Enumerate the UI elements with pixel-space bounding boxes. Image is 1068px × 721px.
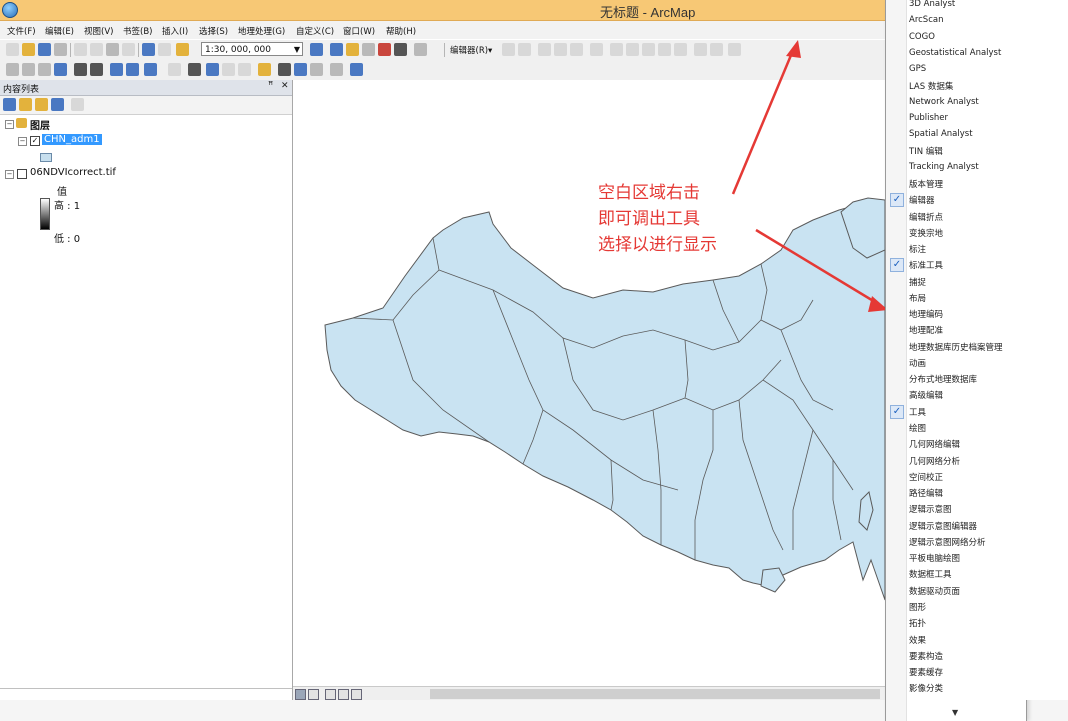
menu-entry[interactable]: 要素构造: [886, 648, 1026, 664]
menu-entry-label: Geostatistical Analyst: [909, 47, 1002, 58]
menu-entry-label: Publisher: [909, 112, 949, 123]
menu-entry[interactable]: ✓ 工具: [886, 404, 1026, 420]
toolbars-context-menu: 3D Analyst ArcScan COGO Geostatistical Anal…: [885, 0, 1027, 721]
checkmark-icon: ✓: [890, 258, 904, 273]
menu-entry[interactable]: ArcScan: [886, 13, 1026, 29]
menu-entry[interactable]: 效果: [886, 632, 1026, 648]
menu-entry-label: 逻辑示意图: [909, 505, 952, 516]
menu-entry-label: 工具: [909, 407, 927, 418]
menu-entry[interactable]: 逻辑示意图: [886, 501, 1026, 517]
menu-entry-label: 逻辑示意图网络分析: [909, 537, 986, 548]
arrow-right-line: [755, 228, 881, 307]
arrow-up-line: [731, 47, 796, 195]
menu-entry-label: 地理数据库历史档案管理: [909, 342, 1003, 353]
menu-entry[interactable]: 地理数据库历史档案管理: [886, 339, 1026, 355]
more-items-arrow-icon[interactable]: ▼: [952, 708, 958, 717]
menu-entry-label: 几何网络编辑: [909, 440, 961, 451]
menu-entry-label: 几何网络分析: [909, 456, 961, 467]
menu-entry[interactable]: 动画: [886, 355, 1026, 371]
menu-entry-label: 影像分类: [909, 684, 944, 695]
menu-entry[interactable]: Tracking Analyst: [886, 160, 1026, 176]
menu-entry[interactable]: 路径编辑: [886, 485, 1026, 501]
menu-entry-label: Spatial Analyst: [909, 129, 973, 140]
menu-entry[interactable]: Spatial Analyst: [886, 127, 1026, 143]
menu-entry-label: 布局: [909, 293, 927, 304]
menu-entry-label: 高级编辑: [909, 391, 944, 402]
menu-entry[interactable]: 几何网络编辑: [886, 436, 1026, 452]
menu-entry[interactable]: Geostatistical Analyst: [886, 46, 1026, 62]
menu-entry[interactable]: 版本管理: [886, 176, 1026, 192]
menu-entry[interactable]: 逻辑示意图编辑器: [886, 518, 1026, 534]
menu-entry[interactable]: 数据框工具: [886, 566, 1026, 582]
menu-entry-label: 动画: [909, 358, 927, 369]
menu-entry-label: 地理编码: [909, 310, 944, 321]
menu-entry-label: GPS: [909, 64, 927, 75]
menu-entry[interactable]: LAS 数据集: [886, 78, 1026, 94]
menu-entry-label: 平板电脑绘图: [909, 554, 961, 565]
menu-entry[interactable]: ✓ 编辑器: [886, 192, 1026, 208]
menu-entry[interactable]: Network Analyst: [886, 95, 1026, 111]
menu-entry-label: 分布式地理数据库: [909, 375, 978, 386]
menu-entry-label: TIN 编辑: [909, 147, 943, 158]
menu-entry-label: 图形: [909, 602, 927, 613]
menu-entry[interactable]: 要素缓存: [886, 664, 1026, 680]
menu-entry-label: 标注: [909, 245, 927, 256]
menu-entry-label: LAS 数据集: [909, 82, 954, 93]
menu-entry[interactable]: 分布式地理数据库: [886, 371, 1026, 387]
menu-entry[interactable]: 拓扑: [886, 615, 1026, 631]
menu-entry-label: Tracking Analyst: [909, 161, 979, 172]
menu-entry[interactable]: 标注: [886, 241, 1026, 257]
menu-entry[interactable]: 3D Analyst: [886, 0, 1026, 13]
menu-entry-label: 拓扑: [909, 619, 927, 630]
menu-entry[interactable]: ✓ 标准工具: [886, 257, 1026, 273]
menu-entry[interactable]: 空间校正: [886, 469, 1026, 485]
menu-entry-label: 数据框工具: [909, 570, 952, 581]
menu-entry[interactable]: 编辑折点: [886, 209, 1026, 225]
menu-entry-label: 空间校正: [909, 472, 944, 483]
menu-entry[interactable]: TIN 编辑: [886, 143, 1026, 159]
menu-entry[interactable]: 布局: [886, 290, 1026, 306]
menu-entry[interactable]: 逻辑示意图网络分析: [886, 534, 1026, 550]
menu-entry[interactable]: 地理编码: [886, 306, 1026, 322]
menu-entry[interactable]: 变换宗地: [886, 225, 1026, 241]
menu-entry-label: 地理配准: [909, 326, 944, 337]
menu-entry-label: 变换宗地: [909, 228, 944, 239]
menu-entry[interactable]: 图形: [886, 599, 1026, 615]
menu-entry-label: ArcScan: [909, 15, 944, 26]
menu-entry-label: 逻辑示意图编辑器: [909, 521, 978, 532]
checkmark-icon: ✓: [890, 193, 904, 208]
menu-entry-label: 绘图: [909, 424, 927, 435]
menu-entry-label: 版本管理: [909, 179, 944, 190]
menu-entry-label: 要素缓存: [909, 668, 944, 679]
menu-entry[interactable]: GPS: [886, 62, 1026, 78]
menu-entry-label: 效果: [909, 635, 927, 646]
menu-entry-label: 捕捉: [909, 277, 927, 288]
menu-entry[interactable]: 影像分类: [886, 680, 1026, 696]
menu-entry[interactable]: 地理配准: [886, 322, 1026, 338]
menu-entry-label: COGO: [909, 31, 935, 42]
menu-entry-label: Network Analyst: [909, 96, 979, 107]
arrow-up-head: [786, 40, 801, 58]
menu-entry-label: 3D Analyst: [909, 0, 956, 9]
menu-entry[interactable]: Publisher: [886, 111, 1026, 127]
menu-entry-label: 数据驱动页面: [909, 586, 961, 597]
menu-entry-label: 路径编辑: [909, 489, 944, 500]
menu-entry[interactable]: 绘图: [886, 420, 1026, 436]
menu-entry-label: 编辑器: [909, 196, 935, 207]
menu-entry[interactable]: 平板电脑绘图: [886, 550, 1026, 566]
checkmark-icon: ✓: [890, 404, 904, 419]
menu-entry[interactable]: 数据驱动页面: [886, 583, 1026, 599]
menu-entry[interactable]: 高级编辑: [886, 387, 1026, 403]
menu-entry-label: 编辑折点: [909, 212, 944, 223]
menu-entry[interactable]: COGO: [886, 30, 1026, 46]
menu-entry-label: 要素构造: [909, 651, 944, 662]
desktop-background: [1026, 0, 1068, 700]
menu-entry[interactable]: 捕捉: [886, 274, 1026, 290]
menu-entry-label: 标准工具: [909, 261, 944, 272]
menu-entry[interactable]: 几何网络分析: [886, 453, 1026, 469]
